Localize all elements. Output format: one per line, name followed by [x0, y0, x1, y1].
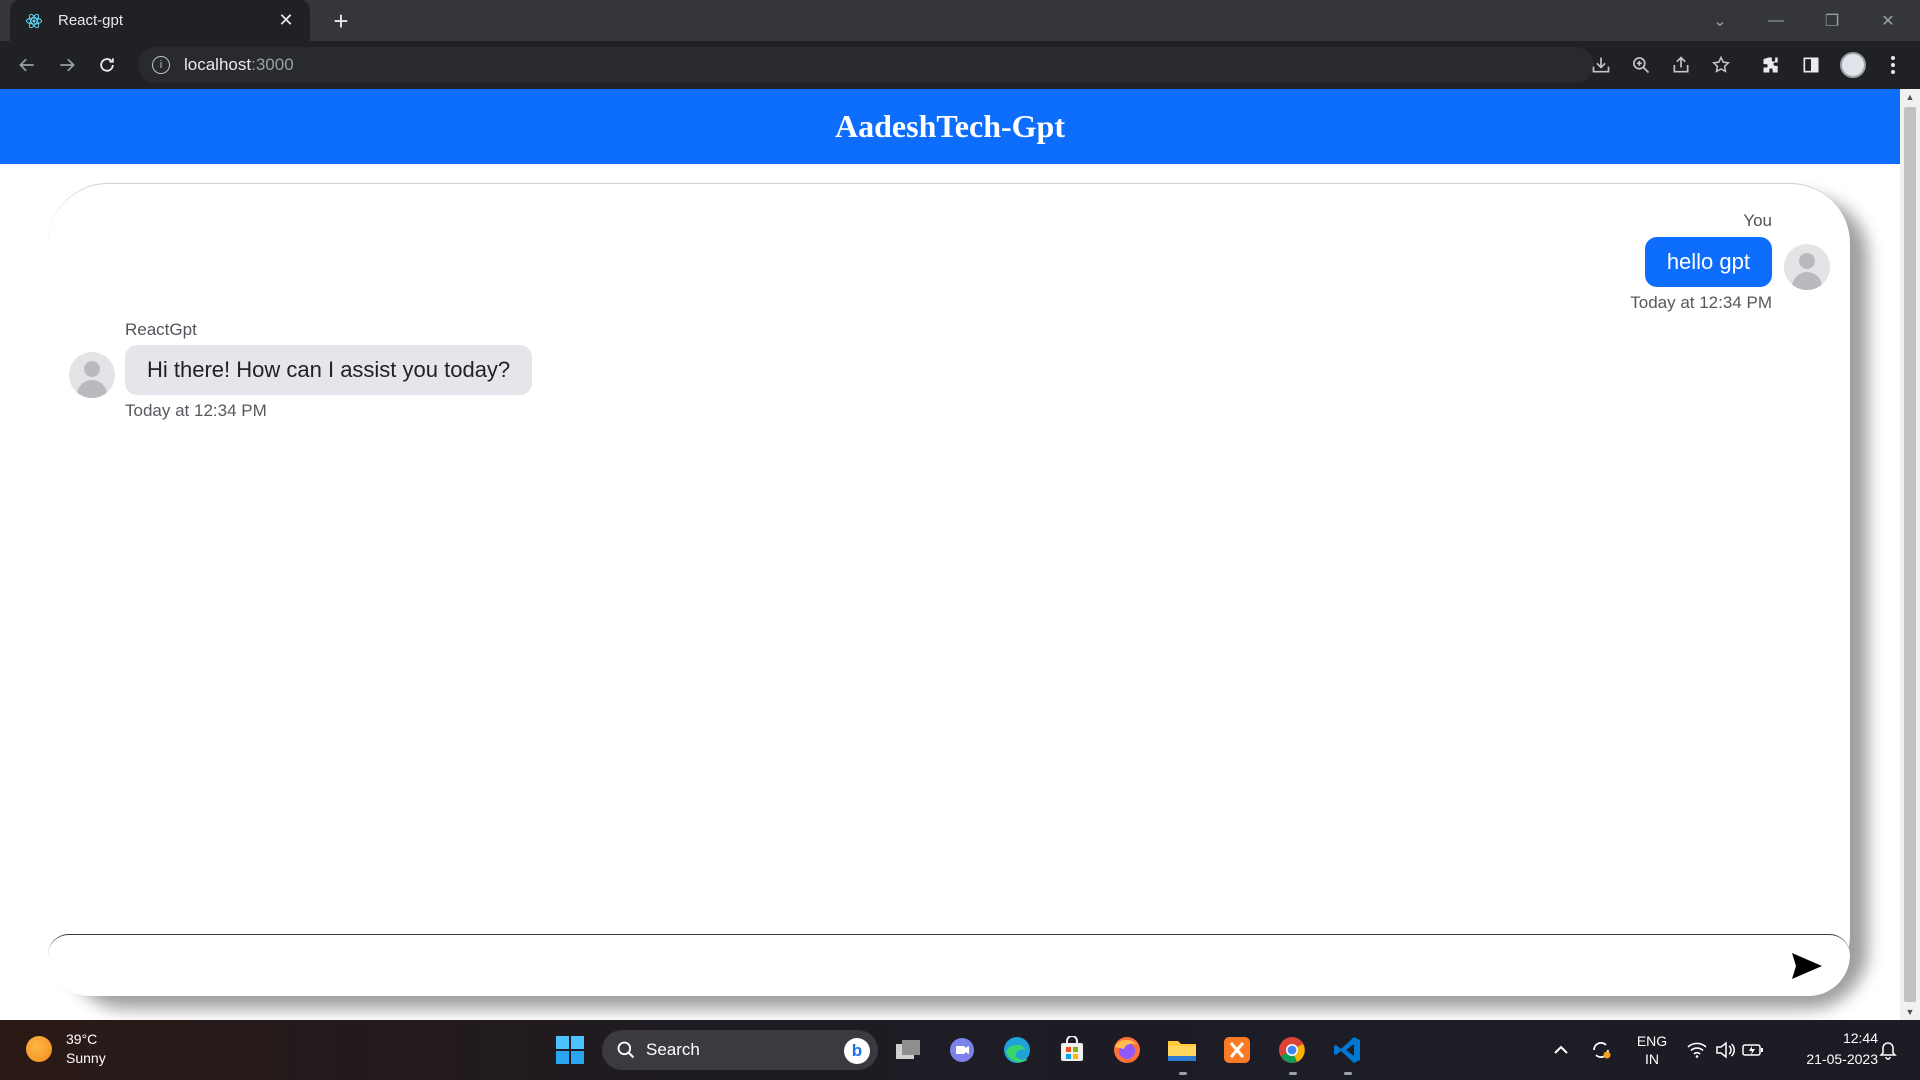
weather-widget[interactable]: 39°C Sunny [26, 1030, 106, 1068]
close-window-button[interactable]: ✕ [1860, 0, 1916, 41]
microsoft-store-icon[interactable] [1054, 1032, 1090, 1068]
search-icon [617, 1041, 635, 1059]
message-sender-name: ReactGpt [125, 320, 197, 339]
running-indicator [1179, 1072, 1187, 1075]
share-icon[interactable] [1666, 50, 1696, 80]
message-text: Hi there! How can I assist you today? [147, 357, 511, 382]
running-indicator [1289, 1072, 1297, 1075]
browser-tab-strip: React-gpt ✕ + ⌄ — ❐ ✕ [0, 0, 1920, 41]
chrome-icon[interactable] [1274, 1032, 1310, 1068]
scroll-up-icon[interactable]: ▲ [1900, 89, 1920, 105]
start-windows-icon[interactable] [552, 1032, 588, 1068]
tab-search-chevron-icon[interactable]: ⌄ [1692, 0, 1748, 41]
notification-bell-icon[interactable] [1876, 1020, 1900, 1080]
back-arrow-icon[interactable] [12, 50, 42, 80]
chat-container: You hello gpt Today at 12:34 PM ReactGpt… [48, 183, 1850, 996]
message-input-bar [48, 934, 1850, 996]
edge-browser-icon[interactable] [999, 1032, 1035, 1068]
scroll-down-icon[interactable]: ▼ [1900, 1004, 1920, 1020]
forward-arrow-icon[interactable] [52, 50, 82, 80]
message-sender-name: You [1743, 211, 1772, 230]
react-logo-icon [24, 11, 44, 31]
sun-icon [26, 1036, 52, 1062]
file-explorer-icon[interactable] [1164, 1032, 1200, 1068]
extensions-puzzle-icon[interactable] [1756, 50, 1786, 80]
minimize-button[interactable]: — [1748, 0, 1804, 41]
teams-chat-icon[interactable] [944, 1032, 980, 1068]
weather-temp: 39°C [66, 1031, 98, 1047]
region-code: IN [1645, 1051, 1659, 1067]
browser-toolbar: i localhost:3000 [0, 41, 1920, 89]
message-text: hello gpt [1666, 249, 1750, 274]
tab-title: React-gpt [58, 12, 124, 29]
url-host: localhost [184, 55, 252, 74]
language-code: ENG [1636, 1033, 1668, 1049]
message-timestamp: Today at 12:34 PM [125, 401, 267, 420]
menu-kebab-icon[interactable] [1878, 50, 1908, 80]
page-viewport: AadeshTech-Gpt You hello gpt Today at 12… [0, 89, 1900, 1020]
user-avatar [1784, 244, 1830, 290]
restore-button[interactable]: ❐ [1804, 0, 1860, 41]
show-hidden-icons-chevron-icon[interactable] [1548, 1020, 1574, 1080]
battery-icon[interactable] [1740, 1020, 1766, 1080]
app-title: AadeshTech-Gpt [835, 108, 1065, 144]
sync-icon[interactable] [1586, 1020, 1616, 1080]
install-app-icon[interactable] [1586, 50, 1616, 80]
bot-avatar [69, 352, 115, 398]
page-scrollbar[interactable]: ▲ ▼ [1900, 89, 1920, 1020]
firefox-icon[interactable] [1109, 1032, 1145, 1068]
bing-icon[interactable]: b [844, 1038, 870, 1064]
app-header: AadeshTech-Gpt [0, 89, 1900, 164]
windows-taskbar: 39°C Sunny Search b ENG IN 12:44 21-05-2… [0, 1020, 1920, 1080]
search-label: Search [646, 1040, 700, 1059]
message-timestamp: Today at 12:34 PM [1630, 293, 1772, 312]
wifi-icon[interactable] [1684, 1020, 1710, 1080]
taskbar-search-box[interactable]: Search b [602, 1030, 878, 1070]
scrollbar-thumb[interactable] [1904, 107, 1916, 1002]
browser-tab[interactable]: React-gpt ✕ [10, 0, 310, 41]
profile-avatar-icon[interactable] [1838, 50, 1868, 80]
clock-time: 12:44 [1842, 1030, 1878, 1046]
incoming-message-bubble: Hi there! How can I assist you today? [125, 345, 533, 395]
volume-icon[interactable] [1712, 1020, 1738, 1080]
task-view-icon[interactable] [890, 1032, 926, 1068]
new-tab-button[interactable]: + [326, 6, 356, 36]
zoom-icon[interactable] [1626, 50, 1656, 80]
side-panel-icon[interactable] [1796, 50, 1826, 80]
tab-close-icon[interactable]: ✕ [276, 10, 296, 31]
send-button[interactable] [1790, 949, 1824, 983]
message-input[interactable] [78, 945, 1758, 985]
language-indicator[interactable]: ENG IN [1632, 1020, 1672, 1080]
xampp-icon[interactable] [1219, 1032, 1255, 1068]
outgoing-message-bubble: hello gpt [1644, 237, 1772, 287]
vscode-icon[interactable] [1329, 1032, 1365, 1068]
reload-icon[interactable] [92, 50, 122, 80]
system-clock[interactable]: 12:44 21-05-2023 [1778, 1028, 1878, 1070]
send-arrow-icon [1792, 953, 1822, 979]
clock-date: 21-05-2023 [1806, 1051, 1878, 1067]
bookmark-star-icon[interactable] [1706, 50, 1736, 80]
weather-condition: Sunny [66, 1050, 106, 1066]
url-port: :3000 [251, 55, 294, 74]
site-info-icon[interactable]: i [152, 56, 170, 74]
address-bar[interactable]: i localhost:3000 [138, 47, 1594, 83]
running-indicator [1344, 1072, 1352, 1075]
